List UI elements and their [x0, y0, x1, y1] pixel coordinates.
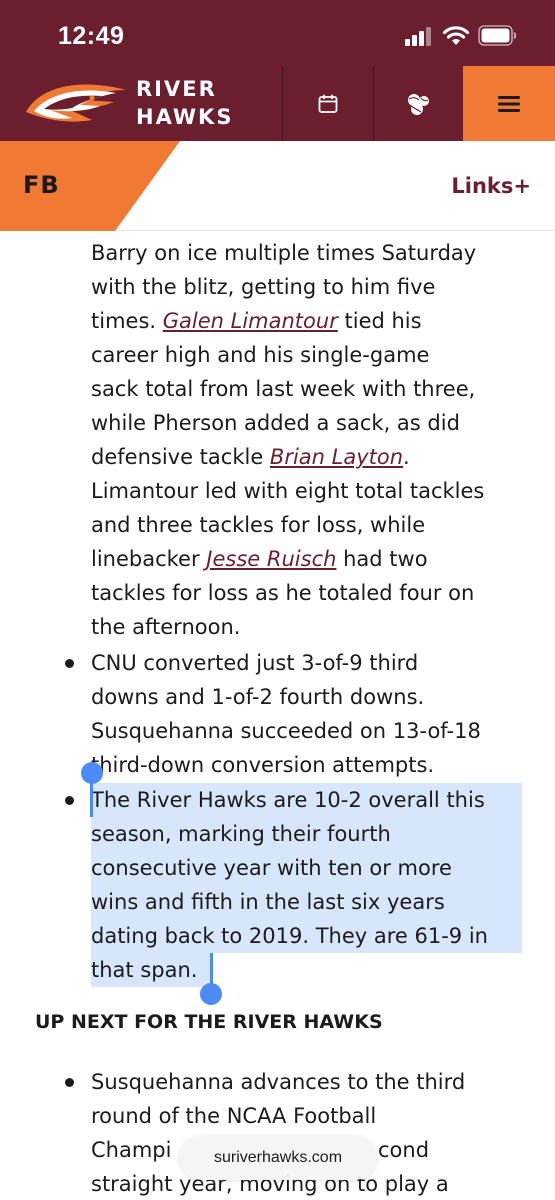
list-bullet	[65, 1078, 74, 1087]
list-item-line: Susquehanna advances to the third	[91, 1070, 466, 1094]
river-hawks-logo[interactable]	[22, 74, 130, 134]
sport-bar: FB Links+	[0, 141, 555, 231]
paragraph-line: defensive tackle Brian Layton.	[91, 440, 410, 474]
list-item-line: consecutive year with ten or more	[91, 856, 452, 880]
paragraph-line: Barry on ice multiple times Saturday	[91, 241, 477, 265]
article-body: Barry on ice multiple times Saturday wit…	[0, 231, 555, 1200]
paragraph-line: Limantour led with eight total tackles	[91, 479, 485, 503]
paragraph-line: sack total from last week with three,	[91, 377, 476, 401]
paragraph-line: the afternoon.	[91, 615, 241, 639]
paragraph-line: and three tackles for loss, while	[91, 513, 426, 537]
calendar-button[interactable]	[283, 66, 373, 141]
paragraph-line: with the blitz, getting to him five	[91, 275, 436, 299]
player-link-brian-layton[interactable]: Brian Layton	[270, 445, 403, 469]
text-span: defensive tackle	[91, 445, 270, 469]
paragraph-line: career high and his single-game	[91, 343, 430, 367]
text-span: .	[403, 445, 410, 469]
sports-balls-icon	[408, 93, 429, 115]
list-item-line: wins and fifth in the last six years	[91, 890, 445, 914]
list-item-line: cond	[378, 1138, 430, 1162]
paragraph-line: while Pherson added a sack, as did	[91, 411, 460, 435]
calendar-icon	[318, 94, 338, 113]
menu-button[interactable]	[463, 66, 555, 141]
battery-icon	[478, 25, 517, 46]
list-item-line: that span.	[91, 958, 198, 982]
list-item-line: CNU converted just 3-of-9 third	[91, 651, 419, 675]
player-link-galen-limantour[interactable]: Galen Limantour	[163, 309, 338, 333]
list-item-line: third-down conversion attempts.	[91, 753, 435, 777]
paragraph-line: linebacker Jesse Ruisch had two	[91, 542, 428, 576]
wifi-icon	[442, 26, 470, 45]
list-item-line: downs and 1-of-2 fourth downs.	[91, 685, 425, 709]
list-item-line: Champi	[91, 1138, 172, 1162]
status-time: 12:49	[58, 22, 125, 50]
selection-start-handle[interactable]	[81, 762, 103, 784]
list-item-line: Susquehanna succeeded on 13-of-18	[91, 719, 481, 743]
status-bar: 12:49	[0, 0, 555, 66]
site-header: RIVER HAWKS	[0, 66, 555, 141]
menu-icon	[498, 95, 520, 112]
player-link-jesse-ruisch[interactable]: Jesse Ruisch	[206, 547, 336, 571]
list-item-line: round of the NCAA Football	[91, 1104, 377, 1128]
list-item-line: The River Hawks are 10-2 overall this	[91, 788, 485, 812]
selection-end-handle[interactable]	[200, 983, 222, 1005]
section-heading-up-next: UP NEXT FOR THE RIVER HAWKS	[35, 1011, 383, 1033]
list-bullet	[65, 659, 74, 668]
sport-label[interactable]: FB	[23, 171, 60, 199]
paragraph-line: times. Galen Limantour tied his	[91, 304, 422, 338]
paragraph-line: tackles for loss as he totaled four on	[91, 581, 475, 605]
text-span: tied his	[337, 309, 422, 333]
sports-button[interactable]	[374, 66, 464, 141]
brand-name[interactable]: RIVER HAWKS	[136, 75, 233, 131]
cellular-signal-icon	[405, 26, 431, 46]
list-item-line: season, marking their fourth	[91, 822, 391, 846]
brand-line-river: RIVER	[136, 77, 217, 101]
brand-line-hawks: HAWKS	[136, 105, 234, 129]
text-span: times.	[91, 309, 163, 333]
text-span: had two	[336, 547, 428, 571]
list-bullet	[65, 796, 74, 805]
text-span: linebacker	[91, 547, 207, 571]
address-bar-url[interactable]: suriverhawks.com	[180, 1136, 376, 1180]
list-item-line: dating back to 2019. They are 61-9 in	[91, 924, 488, 948]
links-menu-button[interactable]: Links+	[451, 174, 531, 198]
